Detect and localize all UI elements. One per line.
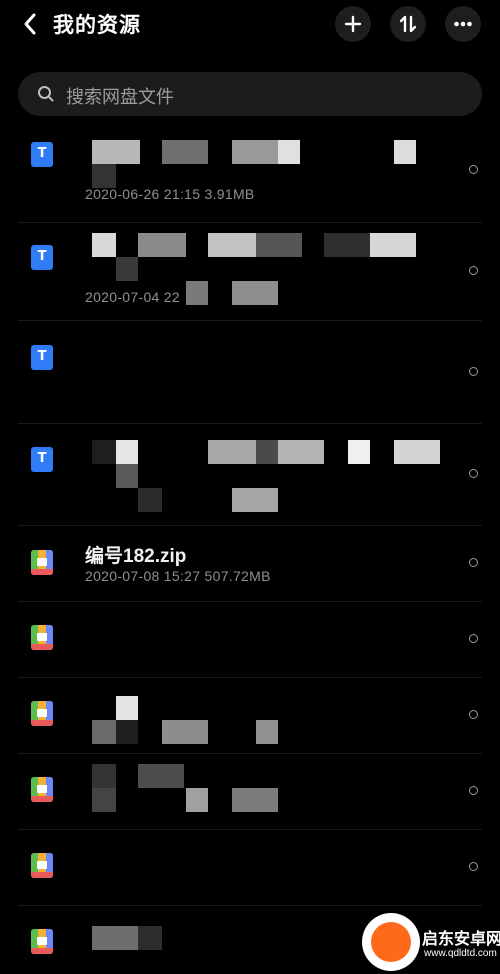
blurred-text <box>138 488 162 512</box>
blurred-text <box>348 440 370 464</box>
blurred-text <box>92 926 138 950</box>
blurred-text <box>186 281 208 305</box>
watermark-url: www.qdldtd.com <box>424 948 497 959</box>
more-icon <box>454 21 472 27</box>
top-bar: 我的资源 <box>0 0 500 50</box>
file-row[interactable]: 编号182.zip 2020-07-08 15:27 507.72MB <box>0 526 500 601</box>
search-input[interactable]: 搜索网盘文件 <box>18 72 482 116</box>
blurred-text <box>138 926 162 950</box>
blurred-text <box>92 440 116 464</box>
page-title: 我的资源 <box>53 14 141 37</box>
blurred-text <box>394 440 440 464</box>
file-row[interactable] <box>0 830 500 905</box>
chevron-left-icon <box>24 13 36 35</box>
blurred-text <box>256 440 278 464</box>
select-radio[interactable] <box>469 634 478 643</box>
zip-file-icon <box>31 929 53 954</box>
select-radio[interactable] <box>469 469 478 478</box>
select-radio[interactable] <box>469 710 478 719</box>
file-row[interactable]: T <box>0 321 500 423</box>
add-button[interactable] <box>335 6 371 42</box>
text-file-icon: T <box>31 345 53 370</box>
text-file-icon: T <box>31 142 53 167</box>
blurred-text <box>256 233 302 257</box>
text-file-icon: T <box>31 245 53 270</box>
blurred-text <box>92 764 116 788</box>
watermark-text: 启东安卓网 <box>422 931 500 948</box>
blurred-text <box>232 788 278 812</box>
blurred-text <box>208 440 256 464</box>
zip-file-icon <box>31 550 53 575</box>
file-meta: 2020-07-04 22 <box>85 289 180 305</box>
select-radio[interactable] <box>469 786 478 795</box>
blurred-text <box>138 764 184 788</box>
blurred-text <box>116 257 138 281</box>
blurred-text <box>256 720 278 744</box>
zip-file-icon <box>31 853 53 878</box>
blurred-text <box>116 696 138 720</box>
blurred-text <box>394 140 416 164</box>
file-row[interactable] <box>0 678 500 753</box>
blurred-text <box>370 233 416 257</box>
file-row[interactable]: T <box>0 424 500 525</box>
blurred-text <box>138 233 186 257</box>
file-name: 编号182.zip <box>85 546 187 567</box>
plus-icon <box>344 15 362 33</box>
watermark-logo-icon <box>362 913 420 971</box>
search-icon <box>38 86 54 102</box>
select-radio[interactable] <box>469 558 478 567</box>
blurred-text <box>116 720 138 744</box>
search-placeholder: 搜索网盘文件 <box>66 87 174 107</box>
blurred-text <box>92 720 116 744</box>
blurred-text <box>92 140 140 164</box>
zip-file-icon <box>31 777 53 802</box>
file-row[interactable] <box>0 754 500 829</box>
select-radio[interactable] <box>469 862 478 871</box>
file-meta: 2020-06-26 21:15 3.91MB <box>85 186 255 202</box>
select-radio[interactable] <box>469 266 478 275</box>
more-button[interactable] <box>445 6 481 42</box>
blurred-text <box>186 788 208 812</box>
blurred-text <box>324 233 370 257</box>
blurred-text <box>162 720 208 744</box>
select-radio[interactable] <box>469 165 478 174</box>
sort-button[interactable] <box>390 6 426 42</box>
blurred-text <box>232 140 278 164</box>
zip-file-icon <box>31 625 53 650</box>
back-button[interactable] <box>20 11 42 37</box>
blurred-text <box>92 788 116 812</box>
select-radio[interactable] <box>469 367 478 376</box>
file-meta: 2020-07-08 15:27 507.72MB <box>85 568 271 584</box>
text-file-icon: T <box>31 447 53 472</box>
blurred-text <box>92 164 116 188</box>
file-row[interactable]: T 2020-06-26 21:15 3.91MB <box>0 120 500 222</box>
blurred-text <box>116 440 138 464</box>
zip-file-icon <box>31 701 53 726</box>
file-row[interactable] <box>0 602 500 677</box>
blurred-text <box>92 233 116 257</box>
blurred-text <box>232 281 278 305</box>
blurred-text <box>162 140 208 164</box>
sort-icon <box>399 15 417 33</box>
watermark: 启东安卓网 www.qdldtd.com <box>362 913 500 974</box>
blurred-text <box>208 233 256 257</box>
file-row[interactable]: T 2020-07-04 22 <box>0 223 500 320</box>
blurred-text <box>278 140 300 164</box>
blurred-text <box>116 464 138 488</box>
blurred-text <box>232 488 278 512</box>
blurred-text <box>278 440 324 464</box>
